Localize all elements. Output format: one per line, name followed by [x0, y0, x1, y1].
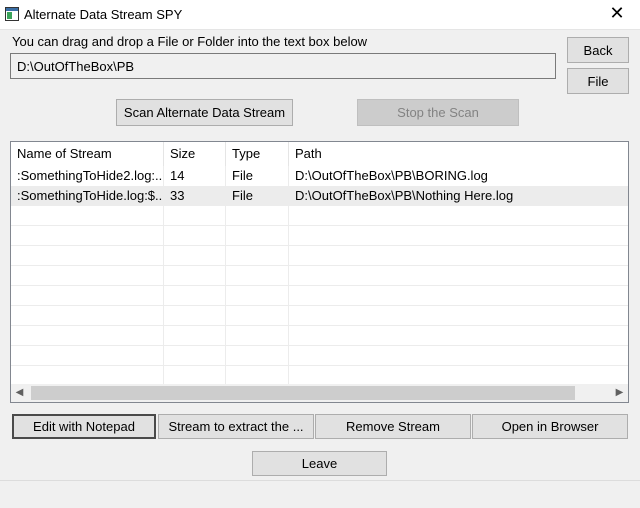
- leave-button[interactable]: Leave: [252, 451, 387, 476]
- column-header-type[interactable]: Type: [226, 142, 289, 166]
- scan-button[interactable]: Scan Alternate Data Stream: [116, 99, 293, 126]
- title-bar: Alternate Data Stream SPY ✕: [0, 0, 640, 30]
- stop-scan-button[interactable]: Stop the Scan: [357, 99, 519, 126]
- file-button[interactable]: File: [567, 68, 629, 94]
- grid-divider: [11, 325, 628, 326]
- edit-with-notepad-button[interactable]: Edit with Notepad: [12, 414, 156, 439]
- grid-divider: [11, 285, 628, 286]
- stream-extract-button[interactable]: Stream to extract the ...: [158, 414, 314, 439]
- horizontal-scrollbar[interactable]: ◀ ▶: [11, 384, 628, 402]
- app-icon: [5, 7, 19, 21]
- status-bar: [0, 480, 640, 508]
- grid-divider: [11, 225, 628, 226]
- cell-type: File: [232, 188, 253, 203]
- scroll-left-icon[interactable]: ◀: [11, 384, 28, 402]
- path-input[interactable]: [10, 53, 556, 79]
- instruction-label: You can drag and drop a File or Folder i…: [12, 34, 368, 49]
- column-header-size[interactable]: Size: [164, 142, 226, 166]
- cell-stream-name: :SomethingToHide.log:$...: [17, 188, 163, 203]
- scroll-thumb[interactable]: [31, 386, 575, 400]
- remove-stream-button[interactable]: Remove Stream: [315, 414, 471, 439]
- back-button[interactable]: Back: [567, 37, 629, 63]
- stream-list[interactable]: Name of Stream Size Type Path :Something…: [10, 141, 629, 403]
- cell-size: 33: [170, 188, 185, 203]
- window-title: Alternate Data Stream SPY: [24, 7, 183, 22]
- list-header: Name of Stream Size Type Path: [11, 142, 628, 166]
- column-header-path[interactable]: Path: [289, 142, 628, 166]
- grid-divider: [11, 245, 628, 246]
- table-row[interactable]: :SomethingToHide2.log:... 14 File D:\Out…: [11, 166, 628, 186]
- grid-divider: [11, 305, 628, 306]
- cell-stream-name: :SomethingToHide2.log:...: [17, 168, 163, 183]
- cell-path: D:\OutOfTheBox\PB\Nothing Here.log: [295, 188, 514, 203]
- grid-divider: [11, 265, 628, 266]
- cell-size: 14: [170, 168, 185, 183]
- close-button[interactable]: ✕: [594, 0, 640, 30]
- open-in-browser-button[interactable]: Open in Browser: [472, 414, 628, 439]
- grid-divider: [11, 365, 628, 366]
- cell-type: File: [232, 168, 253, 183]
- column-header-name[interactable]: Name of Stream: [11, 142, 164, 166]
- table-row[interactable]: :SomethingToHide.log:$... 33 File D:\Out…: [11, 186, 628, 206]
- cell-path: D:\OutOfTheBox\PB\BORING.log: [295, 168, 488, 183]
- grid-divider: [11, 345, 628, 346]
- scroll-right-icon[interactable]: ▶: [611, 384, 628, 402]
